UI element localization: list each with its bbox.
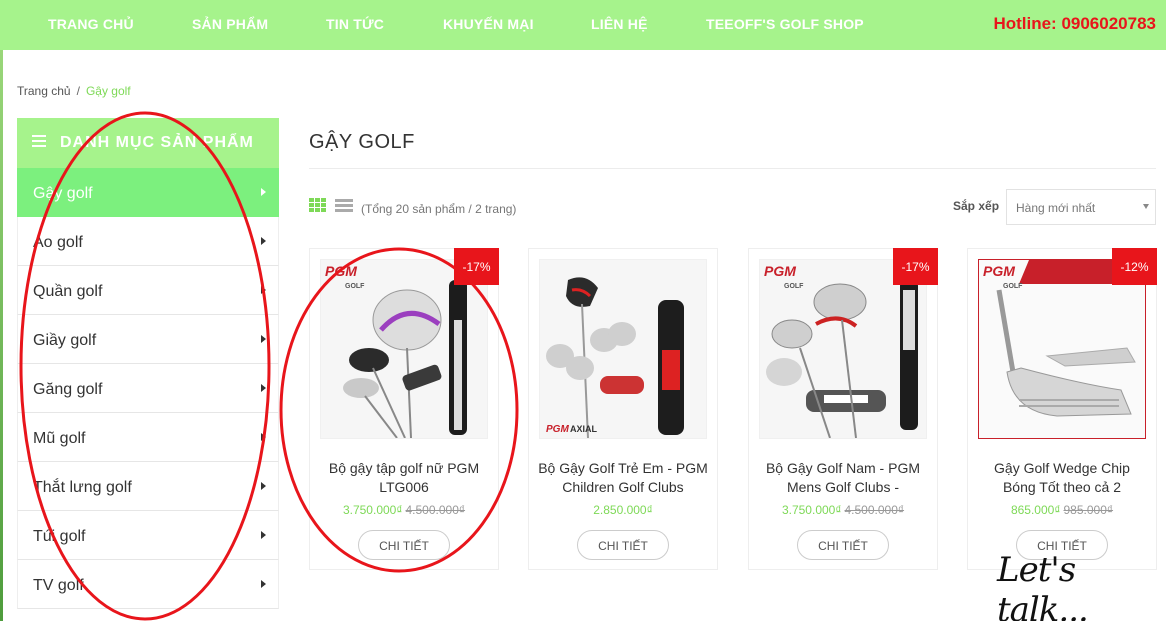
- product-image[interactable]: PGM GOLF: [978, 259, 1146, 439]
- chevron-right-icon: [261, 384, 266, 392]
- golf-club-set-image: PGM GOLF: [321, 260, 487, 438]
- product-price: 3.750.000₫ 4.500.000₫: [310, 503, 498, 517]
- sort-label: Sắp xếp: [953, 199, 1000, 213]
- product-count: (Tổng 20 sản phẩm / 2 trang): [361, 202, 517, 216]
- chevron-down-icon: [1143, 204, 1149, 209]
- original-price: 4.500.000₫: [405, 503, 466, 517]
- discount-badge: -17%: [893, 248, 938, 285]
- product-name[interactable]: Bộ Gậy Golf Trẻ Em - PGM Children Golf C…: [537, 459, 709, 497]
- page-edge-decoration: [0, 50, 3, 621]
- nav-contact[interactable]: LIÊN HỆ: [591, 16, 648, 32]
- breadcrumb-home[interactable]: Trang chủ: [17, 84, 71, 98]
- chevron-right-icon: [261, 482, 266, 490]
- sort-selected-value: Hàng mới nhất: [1016, 201, 1096, 215]
- product-price: 2.850.000₫: [529, 503, 717, 517]
- discount-badge: -12%: [1112, 248, 1157, 285]
- breadcrumb-separator: /: [76, 84, 80, 98]
- product-card[interactable]: PGM GOLF -12% Gậy Golf Wedge Chip Bóng T…: [967, 248, 1157, 570]
- grid-view-icon[interactable]: [309, 198, 327, 213]
- sidebar-item-label: Túi golf: [33, 528, 86, 545]
- discount-badge: -17%: [454, 248, 499, 285]
- sidebar-item-label: Mũ golf: [33, 430, 86, 447]
- original-price: 4.500.000₫: [844, 503, 905, 517]
- breadcrumb-current: Gậy golf: [85, 84, 131, 98]
- brand-logo: PGM: [764, 263, 796, 279]
- chevron-right-icon: [261, 286, 266, 294]
- sidebar-item-that-lung-golf[interactable]: Thắt lưng golf: [17, 462, 279, 511]
- chevron-right-icon: [261, 433, 266, 441]
- detail-button[interactable]: CHI TIẾT: [797, 530, 889, 560]
- product-price: 865.000₫ 985.000₫: [968, 503, 1156, 517]
- sidebar-item-ao-golf[interactable]: Áo golf: [17, 217, 279, 266]
- sidebar-item-tui-golf[interactable]: Túi golf: [17, 511, 279, 560]
- page-title: GẬY GOLF: [309, 131, 415, 153]
- sale-price: 2.850.000₫: [593, 503, 653, 517]
- product-card[interactable]: PGM AXIAL Bộ Gậy Golf Trẻ Em - PGM Child…: [528, 248, 718, 570]
- sidebar-item-gay-golf[interactable]: Gậy golf: [17, 168, 279, 217]
- original-price: 985.000₫: [1063, 503, 1114, 517]
- list-view-icon[interactable]: [335, 198, 353, 213]
- breadcrumb: Trang chủ / Gậy golf: [17, 84, 131, 98]
- chevron-right-icon: [261, 188, 266, 196]
- product-image[interactable]: PGM GOLF: [759, 259, 927, 439]
- sidebar-item-label: Gậy golf: [33, 185, 93, 202]
- product-name[interactable]: Bộ gậy tập golf nữ PGM LTG006: [318, 459, 490, 497]
- detail-button[interactable]: CHI TIẾT: [358, 530, 450, 560]
- wedge-club-image: PGM GOLF: [979, 260, 1145, 438]
- sidebar-item-label: Găng golf: [33, 381, 103, 398]
- sidebar-item-gang-golf[interactable]: Găng golf: [17, 364, 279, 413]
- product-card[interactable]: PGM GOLF -17% Bộ Gậy Golf Nam - PGM Mens…: [748, 248, 938, 570]
- sale-price: 3.750.000₫: [781, 503, 842, 517]
- brand-logo: PGM: [983, 263, 1015, 279]
- menu-icon: [32, 132, 46, 150]
- nav-products[interactable]: SẢN PHẨM: [192, 16, 268, 32]
- nav-news[interactable]: TIN TỨC: [326, 16, 384, 32]
- product-name[interactable]: Bộ Gậy Golf Nam - PGM Mens Golf Clubs -: [757, 459, 929, 497]
- chevron-right-icon: [261, 237, 266, 245]
- sidebar-item-label: Áo golf: [33, 234, 83, 251]
- top-navigation: TRANG CHỦ SẢN PHẨM TIN TỨC KHUYẾN MẠI LI…: [0, 0, 1166, 50]
- brand-sub: GOLF: [1003, 283, 1023, 290]
- golf-club-set-image: PGM GOLF: [760, 260, 926, 438]
- detail-button[interactable]: CHI TIẾT: [577, 530, 669, 560]
- chevron-right-icon: [261, 580, 266, 588]
- sidebar-item-label: Quần golf: [33, 283, 103, 300]
- golf-club-set-image: PGM AXIAL: [540, 260, 706, 438]
- nav-golf-shop[interactable]: TEEOFF'S GOLF SHOP: [706, 16, 864, 32]
- sidebar-item-quan-golf[interactable]: Quần golf: [17, 266, 279, 315]
- title-divider: [309, 168, 1156, 169]
- nav-promotions[interactable]: KHUYẾN MẠI: [443, 16, 534, 32]
- chat-widget-label[interactable]: Let's talk...: [997, 550, 1166, 621]
- sale-price: 865.000₫: [1010, 503, 1061, 517]
- product-name[interactable]: Gậy Golf Wedge Chip Bóng Tốt theo cả 2: [976, 459, 1148, 497]
- sidebar-item-label: TV golf: [33, 577, 84, 594]
- brand-sub: GOLF: [345, 283, 365, 290]
- chevron-right-icon: [261, 531, 266, 539]
- product-price: 3.750.000₫ 4.500.000₫: [749, 503, 937, 517]
- brand-logo: PGM: [325, 263, 357, 279]
- product-image[interactable]: PGM AXIAL: [539, 259, 707, 439]
- sidebar-item-label: Thắt lưng golf: [33, 479, 132, 496]
- brand-sub: GOLF: [784, 283, 804, 290]
- sidebar-item-giay-golf[interactable]: Giầy golf: [17, 315, 279, 364]
- sidebar-title: DANH MỤC SẢN PHẨM: [60, 134, 254, 151]
- product-image[interactable]: PGM GOLF: [320, 259, 488, 439]
- sort-select[interactable]: Hàng mới nhất: [1006, 189, 1156, 225]
- category-sidebar: DANH MỤC SẢN PHẨM Gậy golf Áo golf Quần …: [17, 118, 279, 609]
- sale-price: 3.750.000₫: [342, 503, 403, 517]
- chevron-right-icon: [261, 335, 266, 343]
- sidebar-header: DANH MỤC SẢN PHẨM: [17, 118, 279, 168]
- brand-axial-label: AXIAL: [570, 424, 598, 434]
- brand-logo: PGM: [546, 424, 569, 435]
- sidebar-item-tv-golf[interactable]: TV golf: [17, 560, 279, 609]
- sidebar-item-label: Giầy golf: [33, 332, 97, 349]
- product-card[interactable]: PGM GOLF -17% Bộ gậy tập golf nữ PGM LTG…: [309, 248, 499, 570]
- nav-home[interactable]: TRANG CHỦ: [48, 16, 134, 32]
- hotline[interactable]: Hotline: 0906020783: [993, 14, 1156, 34]
- sidebar-item-mu-golf[interactable]: Mũ golf: [17, 413, 279, 462]
